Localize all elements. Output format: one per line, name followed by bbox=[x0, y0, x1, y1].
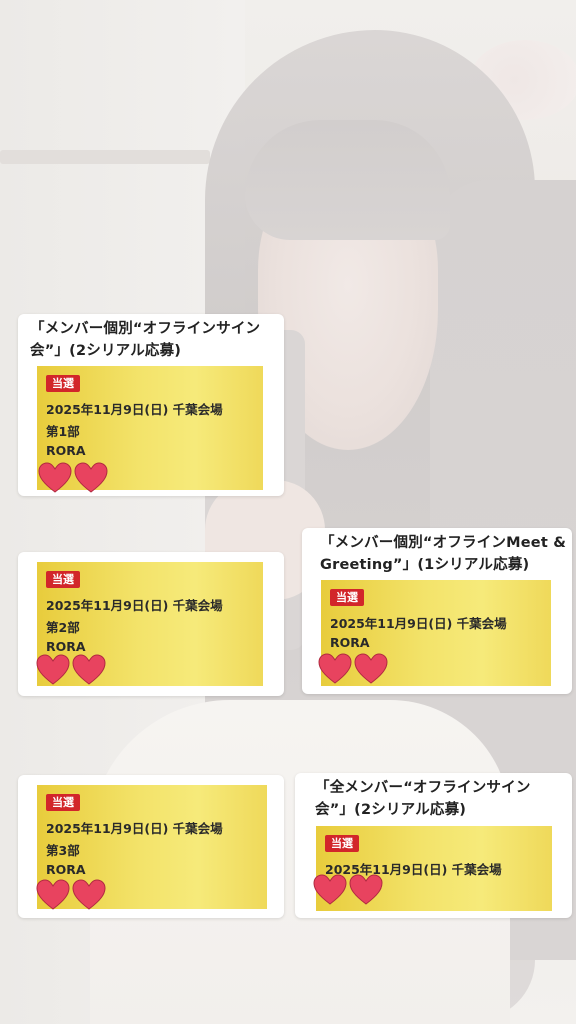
result-card-4: 当選 2025年11月9日(日) 千葉会場 第3部 RORA bbox=[18, 775, 284, 918]
heart-sticker-icon bbox=[354, 653, 388, 684]
win-badge: 当選 bbox=[46, 794, 80, 811]
session-label: 第1部 bbox=[46, 424, 80, 439]
heart-stickers bbox=[312, 873, 384, 907]
heart-stickers bbox=[35, 653, 107, 687]
member-name: RORA bbox=[330, 635, 370, 650]
win-badge: 当選 bbox=[46, 375, 80, 392]
card-title: 「メンバー個別“オフラインサイン 会”」(2シリアル応募) bbox=[30, 318, 260, 362]
card-title: 「メンバー個別“オフラインMeet & Greeting”」(1シリアル応募) bbox=[320, 532, 566, 576]
background-lamp bbox=[0, 150, 210, 164]
card-title-line-1: 「メンバー個別“オフラインMeet & bbox=[320, 535, 567, 551]
result-highlight-box: 当選 2025年11月9日(日) 千葉会場 第3部 RORA bbox=[35, 785, 267, 912]
heart-sticker-icon bbox=[38, 462, 72, 493]
result-card-5: 「全メンバー“オフラインサイン 会”」(2シリアル応募) 当選 2025年11月… bbox=[295, 773, 572, 918]
background-bangs bbox=[245, 120, 450, 240]
heart-sticker-icon bbox=[72, 879, 106, 910]
win-badge: 当選 bbox=[330, 589, 364, 606]
heart-stickers bbox=[317, 652, 389, 686]
result-card-2: 当選 2025年11月9日(日) 千葉会場 第2部 RORA bbox=[18, 552, 284, 696]
heart-sticker-icon bbox=[72, 654, 106, 685]
heart-sticker-icon bbox=[36, 879, 70, 910]
result-card-3: 「メンバー個別“オフラインMeet & Greeting”」(1シリアル応募) … bbox=[302, 528, 572, 694]
event-date: 2025年11月9日(日) 千葉会場 bbox=[46, 598, 223, 613]
card-title-line-1: 「メンバー個別“オフラインサイン bbox=[30, 321, 261, 337]
member-name: RORA bbox=[46, 639, 86, 654]
card-title-line-1: 「全メンバー“オフラインサイン bbox=[315, 780, 531, 796]
card-title: 「全メンバー“オフラインサイン 会”」(2シリアル応募) bbox=[315, 777, 531, 821]
heart-sticker-icon bbox=[36, 654, 70, 685]
heart-stickers bbox=[35, 878, 107, 912]
event-date: 2025年11月9日(日) 千葉会場 bbox=[46, 402, 223, 417]
heart-sticker-icon bbox=[318, 653, 352, 684]
result-highlight-box: 当選 2025年11月9日(日) 千葉会場 bbox=[313, 826, 552, 911]
result-highlight-box: 当選 2025年11月9日(日) 千葉会場 第1部 RORA bbox=[37, 366, 263, 493]
card-title-line-2: 会”」(2シリアル応募) bbox=[315, 802, 467, 818]
heart-sticker-icon bbox=[74, 462, 108, 493]
result-card-1: 「メンバー個別“オフラインサイン 会”」(2シリアル応募) 当選 2025年11… bbox=[18, 314, 284, 496]
member-name: RORA bbox=[46, 443, 86, 458]
card-title-line-2: 会”」(2シリアル応募) bbox=[30, 343, 182, 359]
card-title-line-2: Greeting”」(1シリアル応募) bbox=[320, 557, 530, 573]
session-label: 第2部 bbox=[46, 620, 80, 635]
session-label: 第3部 bbox=[46, 843, 80, 858]
heart-sticker-icon bbox=[313, 874, 347, 905]
heart-stickers bbox=[37, 461, 109, 495]
result-highlight-box: 当選 2025年11月9日(日) 千葉会場 RORA bbox=[318, 580, 551, 686]
member-name: RORA bbox=[46, 862, 86, 877]
heart-sticker-icon bbox=[349, 874, 383, 905]
win-badge: 当選 bbox=[325, 835, 359, 852]
result-highlight-box: 当選 2025年11月9日(日) 千葉会場 第2部 RORA bbox=[35, 562, 263, 687]
win-badge: 当選 bbox=[46, 571, 80, 588]
event-date: 2025年11月9日(日) 千葉会場 bbox=[330, 616, 507, 631]
event-date: 2025年11月9日(日) 千葉会場 bbox=[46, 821, 223, 836]
